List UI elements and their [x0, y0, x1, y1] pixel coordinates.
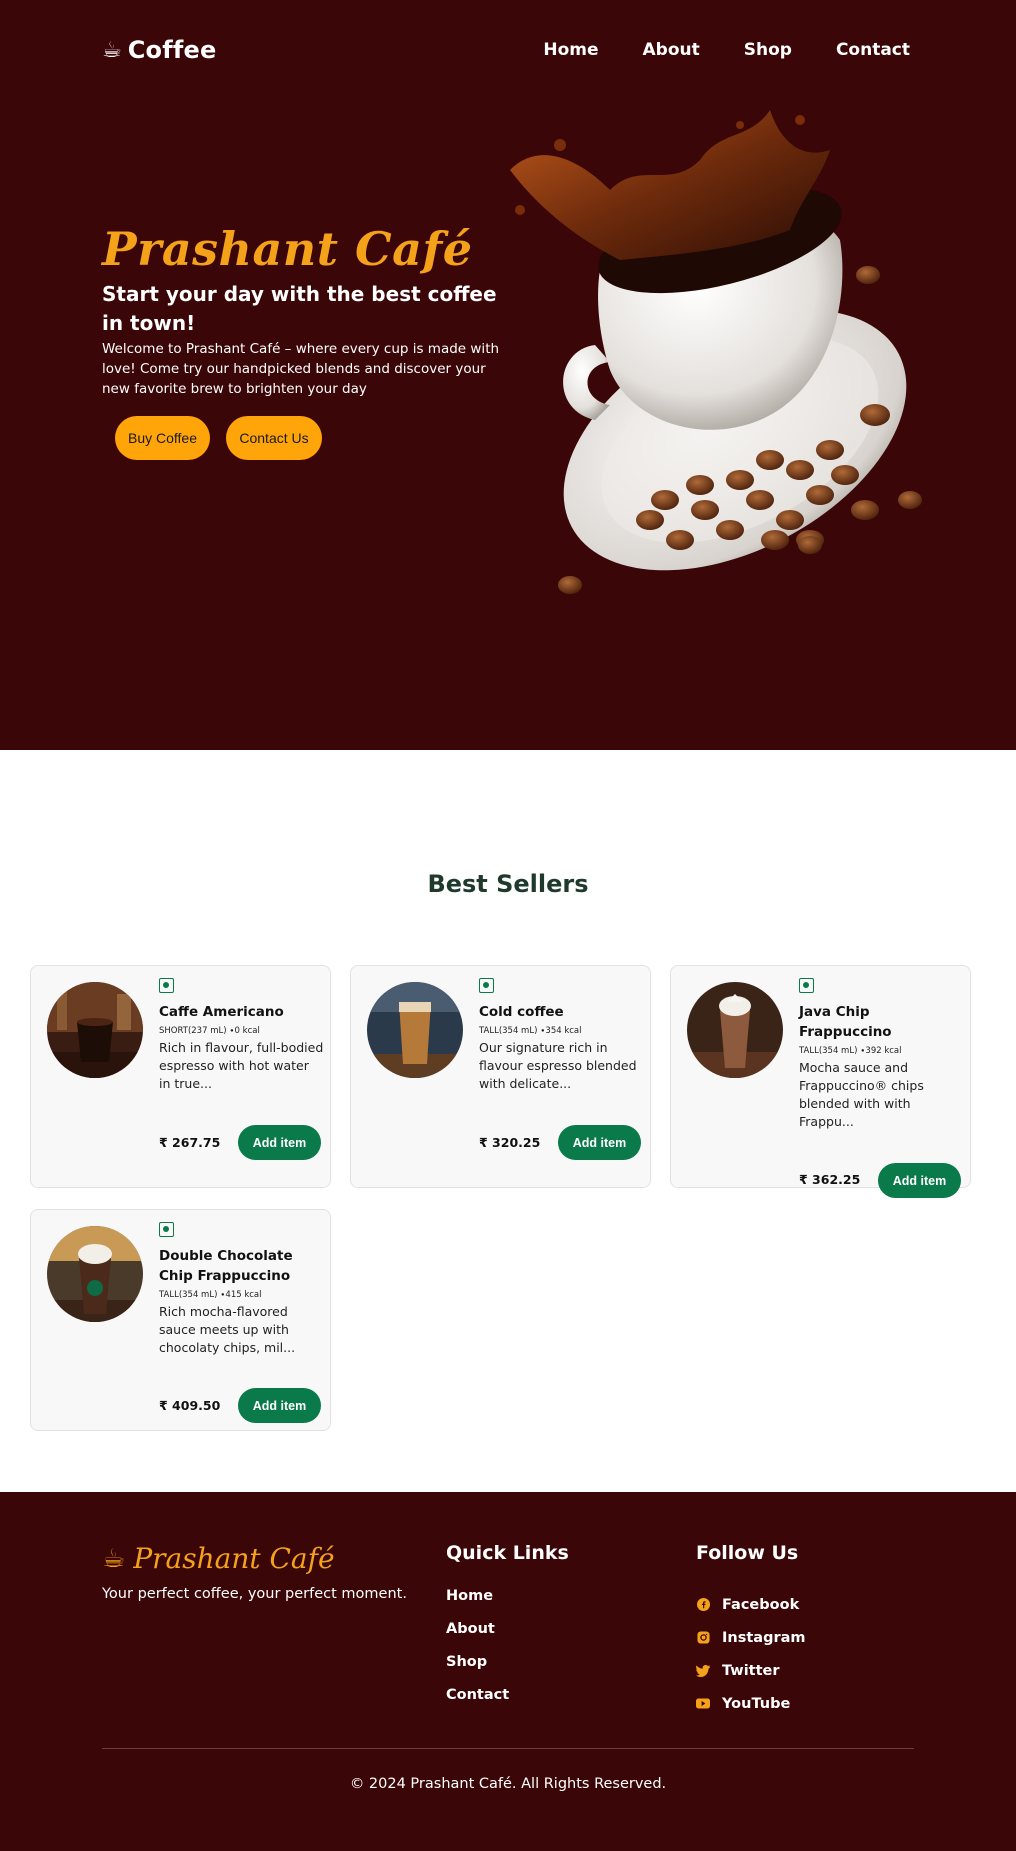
- product-card: Double Chocolate Chip Frappuccino TALL(3…: [30, 1209, 331, 1431]
- veg-indicator-icon: [479, 978, 494, 993]
- copyright: © 2024 Prashant Café. All Rights Reserve…: [349, 1776, 667, 1792]
- social-label: YouTube: [722, 1695, 791, 1712]
- youtube-icon: [696, 1697, 710, 1711]
- instagram-icon: [696, 1631, 710, 1645]
- footer-brand-name: Prashant Café: [133, 1542, 335, 1575]
- footer-tagline: Your perfect coffee, your perfect moment…: [102, 1586, 407, 1602]
- product-image: [367, 982, 463, 1078]
- social-instagram[interactable]: Instagram: [696, 1621, 806, 1654]
- product-image: [47, 982, 143, 1078]
- social-twitter[interactable]: Twitter: [696, 1654, 806, 1687]
- quick-links-title: Quick Links: [446, 1542, 569, 1564]
- logo-text: Coffee: [127, 36, 217, 64]
- hero-section: ☕ Coffee Home About Shop Contact Prashan…: [0, 0, 1016, 750]
- coffee-cup-icon: ☕: [102, 37, 122, 63]
- veg-indicator-icon: [799, 978, 814, 993]
- add-item-button[interactable]: Add item: [238, 1388, 321, 1423]
- product-name: Cold coffee: [479, 1004, 564, 1020]
- footer-link-about[interactable]: About: [446, 1621, 509, 1654]
- footer-link-contact[interactable]: Contact: [446, 1687, 509, 1720]
- footer-link-home[interactable]: Home: [446, 1588, 509, 1621]
- site-footer: ☕ Prashant Café Your perfect coffee, you…: [0, 1492, 1016, 1851]
- follow-us-title: Follow Us: [696, 1542, 799, 1564]
- product-meta: TALL(354 mL) ∙415 kcal: [159, 1290, 262, 1300]
- product-image: [687, 982, 783, 1078]
- product-description: Rich mocha-flavored sauce meets up with …: [159, 1304, 296, 1355]
- product-card: Java Chip Frappuccino TALL(354 mL) ∙392 …: [670, 965, 971, 1198]
- social-youtube[interactable]: YouTube: [696, 1687, 806, 1720]
- add-item-button[interactable]: Add item: [878, 1163, 961, 1198]
- product-image: [47, 1226, 143, 1322]
- add-item-button[interactable]: Add item: [558, 1125, 641, 1160]
- nav-home[interactable]: Home: [543, 40, 598, 60]
- footer-brand: ☕ Prashant Café: [102, 1542, 335, 1575]
- product-description: Our signature rich in flavour espresso b…: [479, 1040, 637, 1091]
- contact-us-button[interactable]: Contact Us: [226, 416, 322, 460]
- product-description: Rich in flavour, full-bodied espresso wi…: [159, 1040, 324, 1091]
- product-name: Java Chip Frappuccino: [799, 1004, 892, 1040]
- product-price: ₹ 362.25: [799, 1172, 861, 1187]
- product-card: Caffe Americano SHORT(237 mL) ∙0 kcal Ri…: [30, 965, 331, 1188]
- product-price: ₹ 320.25: [479, 1135, 541, 1150]
- veg-indicator-icon: [159, 1222, 174, 1237]
- coffee-cup-illustration: [510, 110, 922, 594]
- add-item-button[interactable]: Add item: [238, 1125, 321, 1160]
- hero-title: Prashant Café: [102, 222, 473, 276]
- twitter-icon: [696, 1664, 710, 1678]
- product-meta: TALL(354 mL) ∙392 kcal: [799, 1046, 902, 1056]
- product-price: ₹ 267.75: [159, 1135, 221, 1150]
- footer-link-shop[interactable]: Shop: [446, 1654, 509, 1687]
- facebook-icon: [696, 1598, 710, 1612]
- best-sellers-title: Best Sellers: [427, 870, 589, 898]
- product-name: Caffe Americano: [159, 1004, 284, 1020]
- nav-shop[interactable]: Shop: [744, 40, 792, 60]
- product-meta: SHORT(237 mL) ∙0 kcal: [159, 1026, 260, 1036]
- product-price: ₹ 409.50: [159, 1398, 221, 1413]
- social-label: Twitter: [722, 1662, 780, 1679]
- nav-contact[interactable]: Contact: [836, 40, 910, 60]
- nav-about[interactable]: About: [643, 40, 700, 60]
- buy-coffee-button[interactable]: Buy Coffee: [115, 416, 210, 460]
- social-label: Facebook: [722, 1596, 800, 1613]
- product-name: Double Chocolate Chip Frappuccino: [159, 1248, 293, 1284]
- social-label: Instagram: [722, 1629, 806, 1646]
- hero-subtitle: Start your day with the best coffee in t…: [102, 282, 497, 335]
- product-card: Cold coffee TALL(354 mL) ∙354 kcal Our s…: [350, 965, 651, 1188]
- footer-divider: [102, 1748, 914, 1749]
- main-nav: Home About Shop Contact: [543, 40, 910, 60]
- product-meta: TALL(354 mL) ∙354 kcal: [479, 1026, 582, 1036]
- product-description: Mocha sauce and Frappuccino® chips blend…: [799, 1060, 924, 1129]
- social-links: Facebook Instagram Twitter YouTube: [696, 1588, 806, 1720]
- coffee-cup-icon: ☕: [102, 1543, 126, 1574]
- quick-links: Home About Shop Contact: [446, 1588, 509, 1720]
- veg-indicator-icon: [159, 978, 174, 993]
- hero-description: Welcome to Prashant Café – where every c…: [102, 341, 500, 397]
- site-logo[interactable]: ☕ Coffee: [102, 36, 216, 64]
- social-facebook[interactable]: Facebook: [696, 1588, 806, 1621]
